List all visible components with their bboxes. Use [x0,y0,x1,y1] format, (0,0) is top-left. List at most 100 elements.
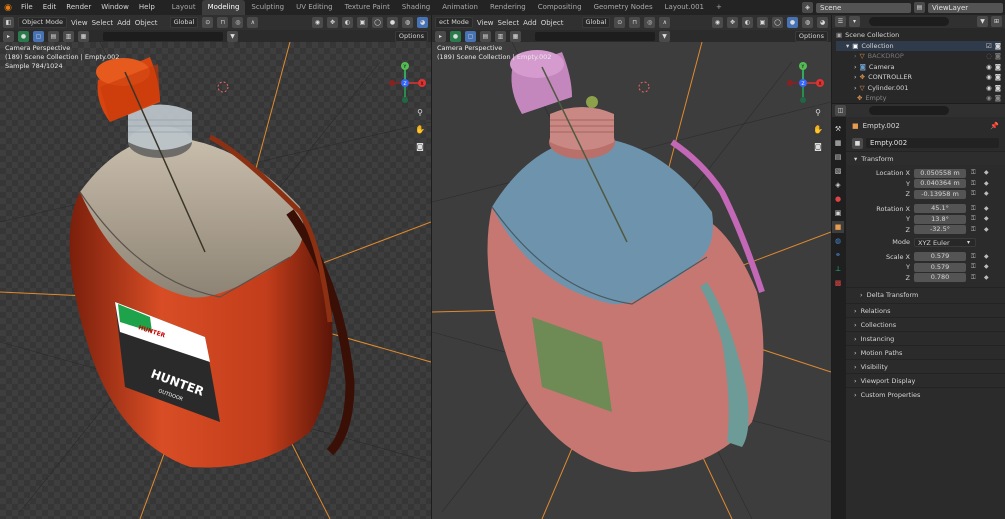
tool-icon[interactable]: ▸ [435,30,446,42]
light-gizmo[interactable] [638,81,650,93]
select-menu[interactable]: Select [92,19,114,27]
motion-paths-panel-header[interactable]: › Motion Paths [846,345,1005,359]
keyframe-icon[interactable]: ◆ [984,226,992,234]
gizmo-toggle-icon[interactable]: ✥ [727,17,738,28]
texture-tab-icon[interactable]: ▩ [832,277,844,289]
snap-icon[interactable]: ⊓ [217,17,229,28]
tab-animation[interactable]: Animation [436,0,484,15]
right-viewport-canvas[interactable]: Camera Perspective (189) Scene Collectio… [432,42,831,519]
transform-panel-header[interactable]: ▾ Transform [846,151,1005,165]
tab-layout[interactable]: Layout [166,0,202,15]
solid-shading-icon[interactable]: ● [787,17,798,28]
rotation-y-field[interactable]: 13.8° [914,214,966,224]
proportional-edit-icon[interactable]: ◎ [644,17,656,28]
select-invert-icon[interactable]: ▦ [510,30,521,42]
tab-shading[interactable]: Shading [396,0,436,15]
scene-tab-icon[interactable]: ◈ [832,179,844,191]
delta-transform-header[interactable]: › Delta Transform [846,287,1005,301]
scale-y-field[interactable]: 0.579 [914,262,966,272]
wireframe-shading-icon[interactable]: ◯ [372,17,383,28]
left-viewport-canvas[interactable]: HUNTER HUNTER OUTDOOR Camera Perspective… [0,42,431,519]
properties-editor-icon[interactable]: ◫ [835,105,846,116]
overlay-toggle-icon[interactable]: ◐ [742,17,753,28]
visibility-icon[interactable]: ◉ [712,17,723,28]
mode-select[interactable]: Object Mode [18,17,67,28]
location-z-field[interactable]: -0.13958 m [914,189,966,199]
tab-modeling[interactable]: Modeling [201,0,246,15]
location-y-field[interactable]: 0.040364 m [914,179,966,189]
transform-orientation-select[interactable]: Global [169,17,199,28]
object-browse-icon[interactable]: ■ [852,137,863,149]
keyframe-icon[interactable]: ◆ [984,169,992,177]
outliner-item-cylinder[interactable]: › ▽ Cylinder.001 ◉ ◙ [836,83,1001,94]
object-name-field[interactable]: Empty.002 [866,138,999,148]
xray-icon[interactable]: ▣ [357,17,368,28]
select-mode-icon[interactable]: ▤ [480,30,491,42]
editor-type-icon[interactable]: ◧ [3,17,14,28]
filter-icon[interactable]: ▼ [227,30,238,42]
navigation-gizmo[interactable]: X Y Z [782,62,824,104]
outliner-item-controller[interactable]: › ✥ CONTROLLER ◉ ◙ [836,72,1001,83]
object-tab-icon[interactable]: ■ [832,221,844,233]
outliner-item-backdrop[interactable]: › ▽ BACKDROP ◌ ◙ [836,51,1001,62]
tool-tab-icon[interactable]: ⚒ [832,123,844,135]
pan-hand-icon[interactable]: ✋ [413,122,427,136]
add-menu[interactable]: Add [117,19,131,27]
select-menu[interactable]: Select [498,19,520,27]
snap-icon[interactable]: ⊓ [629,17,641,28]
add-menu[interactable]: Add [523,19,537,27]
lock-icon[interactable]: ⚿ [971,263,979,271]
keyframe-icon[interactable]: ◆ [984,253,992,261]
color-icon[interactable]: ● [450,30,461,42]
keyframe-icon[interactable]: ◆ [984,263,992,271]
gizmo-toggle-icon[interactable]: ✥ [327,17,338,28]
tool-icon[interactable]: ▸ [3,30,14,42]
rendered-shading-icon[interactable]: ◕ [817,17,828,28]
view-menu[interactable]: View [71,19,88,27]
constraints-tab-icon[interactable]: ⚭ [832,249,844,261]
zoom-icon[interactable]: ⚲ [413,105,427,119]
keyframe-icon[interactable]: ◆ [984,180,992,188]
wireframe-shading-icon[interactable]: ◯ [772,17,783,28]
object-menu[interactable]: Object [135,19,158,27]
collections-panel-header[interactable]: › Collections [846,317,1005,331]
world-tab-icon[interactable]: ● [832,193,844,205]
view-layer-field[interactable]: ViewLayer [928,2,1003,13]
tab-layout-001[interactable]: Layout.001 [659,0,710,15]
falloff-icon[interactable]: ∧ [659,17,671,28]
checkbox-icon[interactable]: ☑ [986,42,992,50]
rotation-z-field[interactable]: -32.5° [914,225,966,235]
menu-window[interactable]: Window [96,0,134,15]
material-shading-icon[interactable]: ◍ [402,17,413,28]
camera-view-icon[interactable]: ◙ [413,139,427,153]
keyframe-icon[interactable]: ◆ [984,274,992,282]
overlay-toggle-icon[interactable]: ◐ [342,17,353,28]
blender-logo-icon[interactable]: ◉ [0,3,16,13]
pivot-icon[interactable]: ⊙ [202,17,214,28]
object-data-tab-icon[interactable]: ⊥ [832,263,844,275]
lock-icon[interactable]: ⚿ [971,169,979,177]
visibility-icon[interactable]: ◉ [312,17,323,28]
add-workspace-button[interactable]: + [710,0,728,15]
filter-icon[interactable]: ▼ [659,30,670,42]
location-x-field[interactable]: 0.050558 m [914,168,966,178]
camera-view-icon[interactable]: ◙ [811,139,825,153]
select-box-icon[interactable]: ▢ [33,30,44,42]
scale-x-field[interactable]: 0.579 [914,252,966,262]
viewport-display-panel-header[interactable]: › Viewport Display [846,373,1005,387]
custom-properties-panel-header[interactable]: › Custom Properties [846,387,1005,401]
search-field[interactable] [535,31,655,41]
tab-uv-editing[interactable]: UV Editing [290,0,339,15]
lock-icon[interactable]: ⚿ [971,180,979,188]
keyframe-icon[interactable]: ◆ [984,215,992,223]
tab-compositing[interactable]: Compositing [532,0,588,15]
physics-tab-icon[interactable]: ◍ [832,235,844,247]
pan-hand-icon[interactable]: ✋ [811,122,825,136]
lock-icon[interactable]: ⚿ [971,215,979,223]
options-button[interactable]: Options [394,30,428,42]
select-extend-icon[interactable]: ▥ [495,30,506,42]
select-extend-icon[interactable]: ▥ [63,30,74,42]
transform-orientation-select[interactable]: Global [581,17,611,28]
xray-icon[interactable]: ▣ [757,17,768,28]
outliner-editor-icon[interactable]: ☰ [835,16,846,27]
